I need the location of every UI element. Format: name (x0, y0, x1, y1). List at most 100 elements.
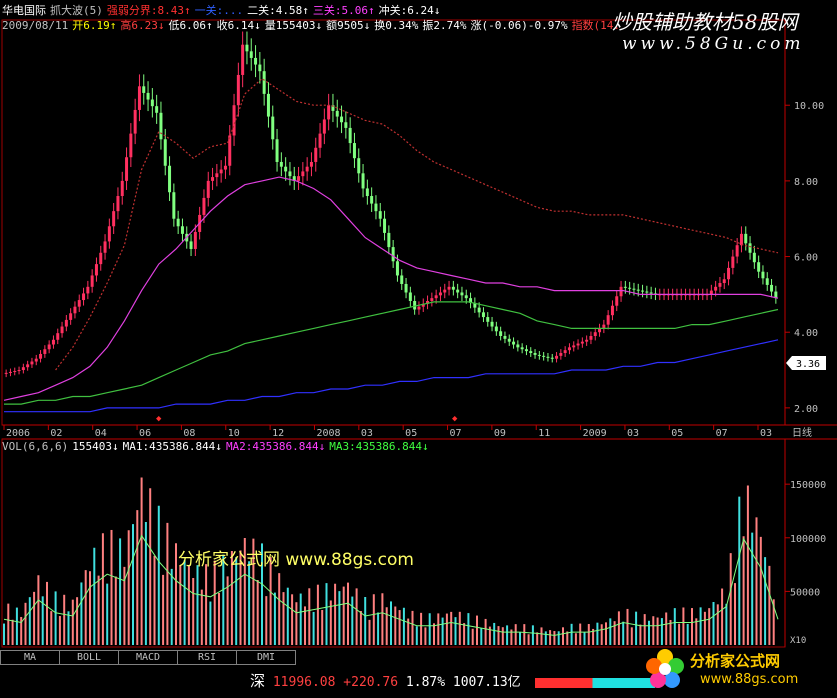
candle-body (82, 293, 86, 301)
quote-header-item: 低6.06↑ (168, 19, 213, 32)
event-marker: ◆ (156, 414, 162, 424)
candle-body (155, 106, 159, 113)
candle-body (718, 283, 722, 287)
current-price-label: 3.36 (796, 359, 820, 370)
candle-body (348, 127, 352, 144)
candle-body (490, 321, 494, 327)
candle-body (546, 356, 550, 358)
candle-body (301, 171, 305, 177)
candle-body (116, 196, 120, 212)
volume-header-item: MA3:435386.844↓ (329, 440, 429, 453)
candle-body (120, 180, 124, 197)
candle-body (542, 355, 546, 357)
price-tick-label: 6.00 (794, 253, 818, 264)
candle-body (228, 135, 232, 166)
candle-body (727, 267, 731, 280)
candle-body (520, 347, 524, 350)
candle-body (258, 64, 262, 72)
candle-body (365, 188, 369, 197)
candle-body (13, 370, 17, 372)
candle-body (254, 57, 258, 65)
candle-body (636, 289, 640, 291)
candle-body (357, 158, 361, 174)
x-tick-label: 02 (50, 428, 62, 439)
quote-header-item: 涨(-0.06)-0.97% (470, 19, 568, 32)
indicator-header-item: 二关:4.58↑ (247, 4, 309, 17)
candle-body (146, 92, 150, 100)
candle-body (748, 243, 752, 253)
candle-body (241, 44, 245, 75)
candle-body (378, 211, 382, 219)
candle-body (211, 177, 215, 181)
x-tick-label: 07 (716, 428, 728, 439)
candle-body (34, 358, 38, 362)
candle-body (262, 71, 266, 94)
candle-body (142, 86, 146, 93)
candle-body (559, 353, 563, 356)
ma-line-green (4, 301, 779, 405)
candle-body (606, 315, 610, 325)
ma-line-long-dotted (55, 77, 779, 371)
candle-body (4, 372, 8, 374)
quote-header: 2009/08/11 开6.19↑ 高6.23↓ 低6.06↑ 收6.14↓ 量15540… (2, 19, 624, 32)
tab-dmi[interactable]: DMI (236, 650, 296, 665)
tab-ma[interactable]: MA (0, 650, 60, 665)
candle-body (361, 173, 365, 189)
market-label: 深 (250, 672, 266, 690)
candle-body (477, 307, 481, 313)
candle-body (400, 275, 404, 284)
indicator-header-item: 强弱分界:8.43↑ (106, 4, 191, 17)
indicator-header-item: 一关:... (194, 4, 244, 17)
candle-body (744, 233, 748, 244)
x-tick-label: 11 (538, 428, 550, 439)
candle-body (731, 256, 735, 268)
candle-body (327, 105, 331, 120)
tab-macd[interactable]: MACD (118, 650, 178, 665)
candle-body (387, 232, 391, 248)
chart-canvas: 2006 02 04 06 08 10 12 2008 03 05 07 09 11 2009 03 05 07… (1, 19, 837, 648)
candle-body (47, 344, 51, 350)
tab-boll[interactable]: BOLL (59, 650, 119, 665)
candle-body (159, 112, 163, 140)
x-tick-label: 08 (183, 428, 195, 439)
candle-body (60, 326, 64, 334)
candle-body (176, 218, 180, 227)
candle-body (94, 264, 98, 276)
candle-body (395, 261, 399, 276)
volume-tick-label: 150000 (790, 480, 826, 491)
ma-line-pink (3, 176, 779, 401)
index-value: 11996.08 (272, 675, 336, 690)
candle-body (77, 300, 81, 307)
candle-body (524, 349, 528, 352)
candle-body (533, 353, 537, 355)
x-tick-label: 09 (494, 428, 506, 439)
price-tick-label: 10.00 (794, 101, 824, 112)
candle-body (370, 196, 374, 204)
candle-body (232, 105, 236, 136)
indicator-header-item: 冲关:6.24↓ (378, 4, 441, 17)
volume-header-item: 155403↓ (72, 440, 119, 453)
candle-body (464, 295, 468, 299)
candle-body (619, 286, 623, 297)
ratio-bar (534, 677, 655, 688)
candle-body (460, 292, 464, 296)
candle-body (649, 292, 653, 294)
candle-body (8, 371, 12, 373)
candle-body (26, 364, 30, 368)
tab-rsi[interactable]: RSI (177, 650, 237, 665)
volume-tick-label: 50000 (790, 587, 820, 598)
candle-body (236, 74, 240, 106)
candle-body (322, 119, 326, 134)
candle-body (438, 292, 442, 296)
candle-body (318, 133, 322, 148)
candle-body (137, 86, 141, 110)
candle-body (589, 335, 593, 340)
x-tick-label: 2009 (583, 428, 607, 439)
price-panel-frame (1, 19, 786, 426)
candle-body (86, 286, 90, 294)
event-marker: ◆ (452, 414, 458, 424)
current-price-marker: 3.36 (786, 356, 826, 370)
quote-header-item: 额9505↓ (326, 19, 371, 32)
quote-header-item: 振2.74% (422, 19, 467, 32)
candle-body (215, 173, 219, 178)
